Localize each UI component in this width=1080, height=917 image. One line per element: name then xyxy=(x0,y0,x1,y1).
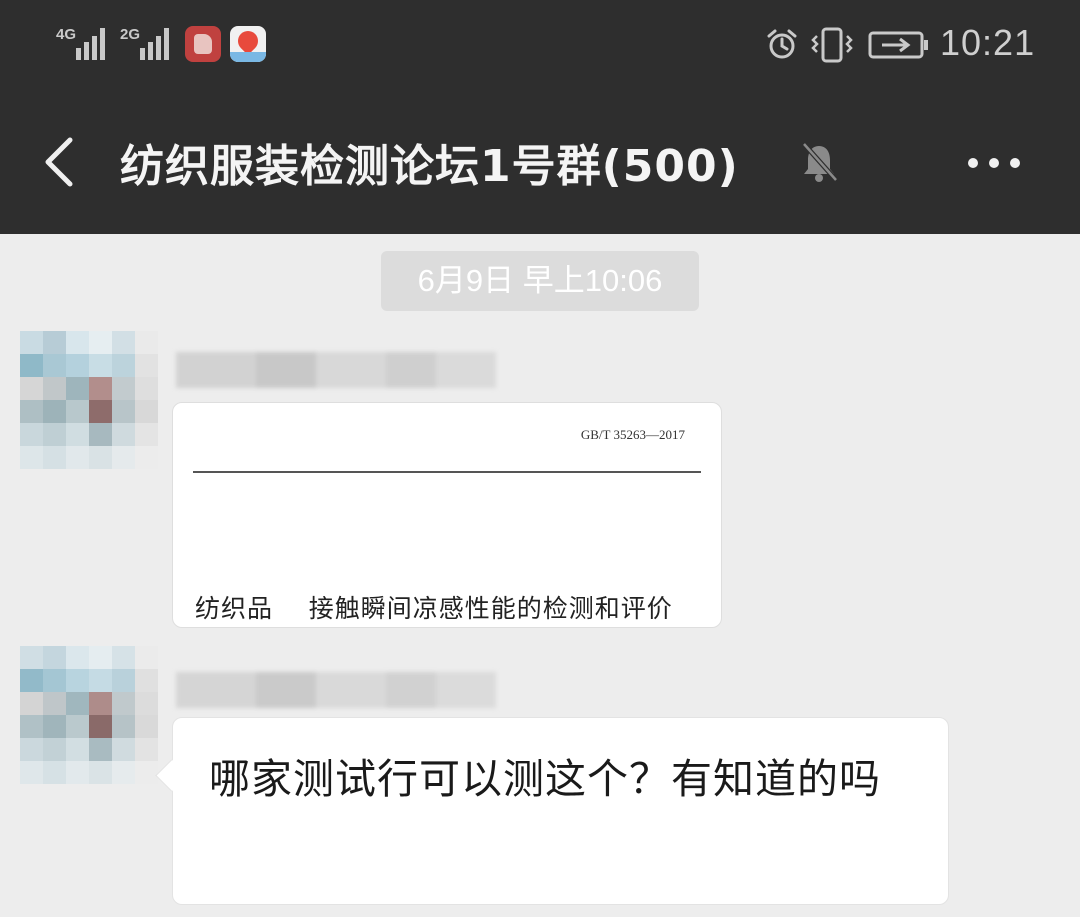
battery-charging-icon xyxy=(868,31,928,59)
bell-muted-icon xyxy=(802,142,838,182)
divider xyxy=(193,471,701,473)
status-clock: 10:21 xyxy=(940,22,1036,63)
map-app-icon xyxy=(230,26,266,62)
document-message[interactable]: GB/T 35263—2017 纺织品 接触瞬间凉感性能的检测和评价 xyxy=(172,402,722,628)
vibrate-icon xyxy=(811,27,853,63)
message-timestamp: 6月9日 早上10:06 xyxy=(381,251,699,311)
sender-name-obscured xyxy=(176,352,496,388)
network-type-label-1: 4G xyxy=(56,26,77,43)
text-message-bubble[interactable]: 哪家测试行可以测这个？有知道的吗 xyxy=(172,717,949,905)
app-notification-icon xyxy=(185,26,221,62)
top-bar: 4G 2G 10:21 纺织服装检测论坛1号群(500) xyxy=(0,0,1080,234)
standard-code: GB/T 35263—2017 xyxy=(580,427,685,442)
chevron-left-icon[interactable] xyxy=(36,134,80,190)
network-type-label-2: 2G xyxy=(120,26,141,43)
message-text: 哪家测试行可以测这个？有知道的吗 xyxy=(209,755,881,803)
status-bar: 4G 2G 10:21 xyxy=(0,0,1080,92)
chat-title: 纺织服装检测论坛1号群(500) xyxy=(120,141,739,192)
alarm-icon xyxy=(767,29,797,59)
sender-name-obscured xyxy=(176,672,496,708)
document-title: 纺织品 接触瞬间凉感性能的检测和评价 xyxy=(195,594,673,623)
sender-avatar[interactable] xyxy=(20,646,158,784)
sender-avatar[interactable] xyxy=(20,331,158,469)
more-dots-icon[interactable] xyxy=(962,148,1026,178)
